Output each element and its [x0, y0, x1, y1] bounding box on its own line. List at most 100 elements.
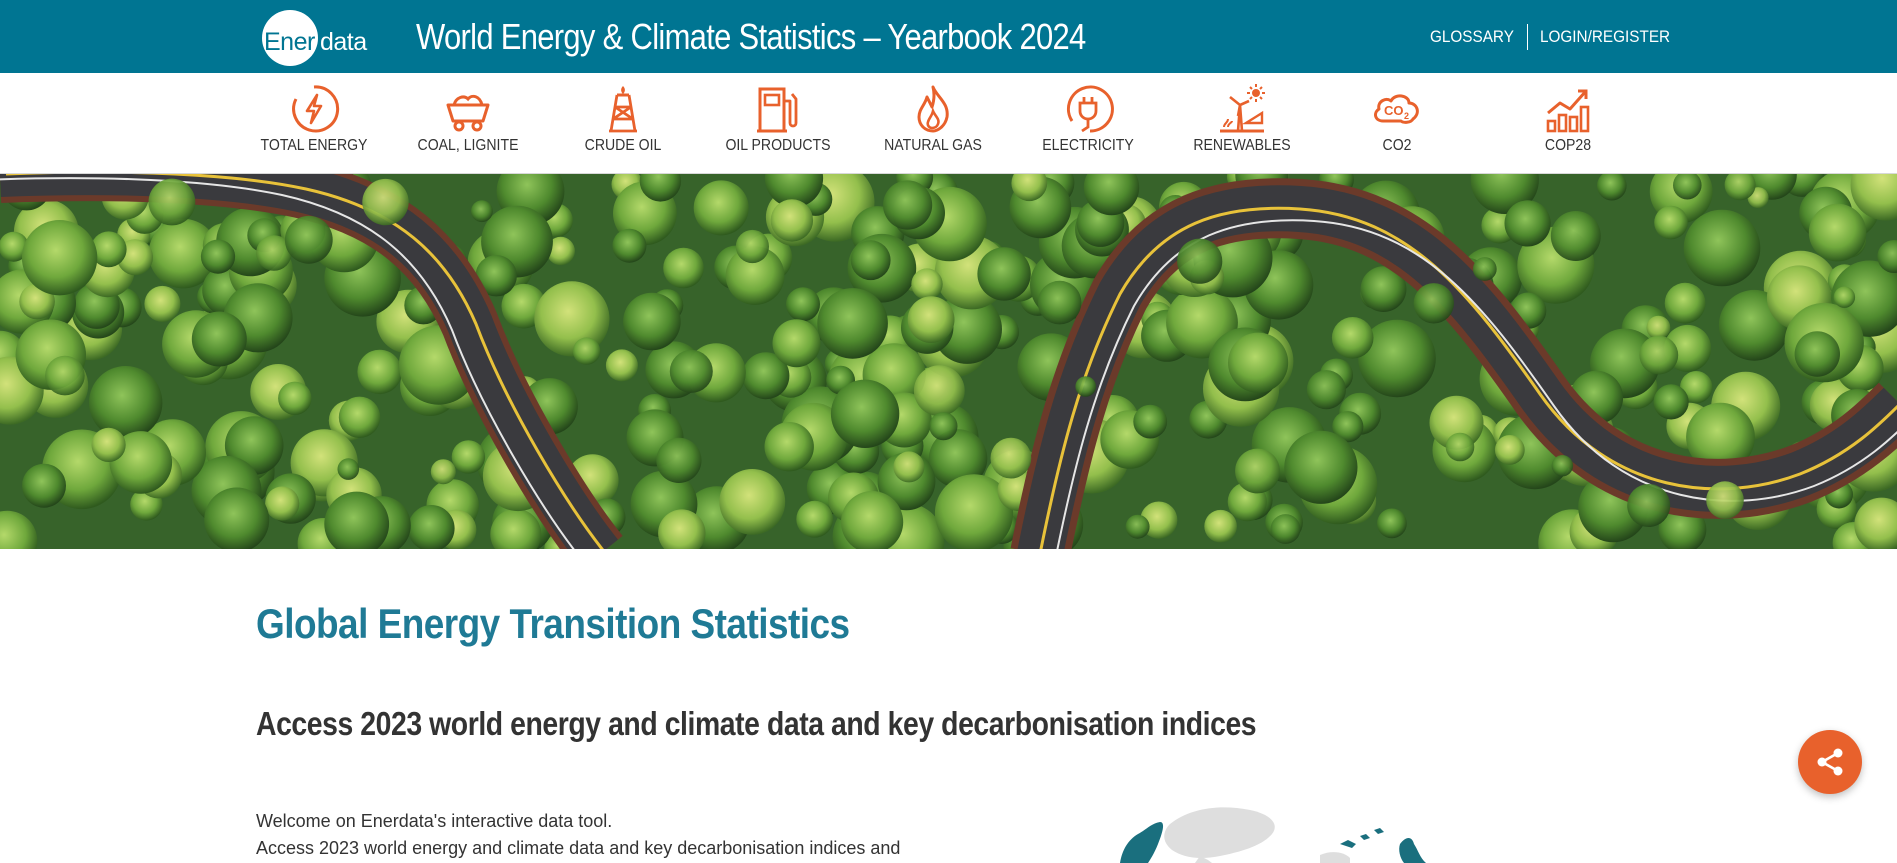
tree-canopy	[265, 486, 300, 521]
tree-canopy	[770, 199, 814, 242]
tree-canopy	[605, 349, 638, 382]
nav-natural-gas[interactable]: NATURAL GAS	[863, 83, 1003, 169]
header-link-divider	[1527, 24, 1529, 50]
nav-natural-gas-label: NATURAL GAS	[884, 137, 982, 154]
tree-canopy	[1551, 455, 1574, 477]
enerdata-logo[interactable]: Ener data	[256, 6, 376, 68]
nav-cop28-label: COP28	[1544, 137, 1592, 154]
login-register-link[interactable]: LOGIN/REGISTER	[1540, 27, 1670, 47]
plug-icon	[1066, 85, 1114, 133]
hero-banner	[0, 174, 1897, 549]
logo-text-ener: Ener	[264, 28, 315, 56]
tree-canopy	[1504, 200, 1551, 247]
tree-canopy	[357, 349, 402, 395]
tree-canopy	[91, 427, 126, 462]
tree-canopy	[786, 287, 820, 322]
tree-canopy	[693, 180, 749, 236]
nav-coal-lignite-label: COAL, LIGNITE	[417, 137, 519, 154]
nav-coal-lignite[interactable]: COAL, LIGNITE	[398, 83, 538, 169]
tree-canopy	[191, 311, 247, 367]
nav-co2-label: CO2	[1382, 137, 1412, 154]
co2-cloud-icon: CO 2	[1374, 94, 1419, 124]
world-map[interactable]	[1100, 800, 1520, 863]
tree-canopy	[1125, 514, 1150, 539]
tree-canopy	[338, 396, 381, 438]
tree-canopy	[1413, 283, 1455, 324]
nav-crude-oil-label: CRUDE OIL	[584, 137, 662, 154]
tree-canopy	[362, 178, 409, 226]
tree-canopy	[719, 469, 786, 535]
tree-canopy	[669, 349, 713, 393]
tree-canopy	[278, 381, 312, 415]
svg-text:CO: CO	[1384, 103, 1404, 118]
tree-canopy	[612, 228, 647, 263]
tree-canopy	[1377, 508, 1407, 539]
tree-canopy	[1706, 481, 1744, 519]
tree-canopy	[893, 451, 925, 483]
nav-cop28[interactable]: COP28	[1498, 83, 1638, 169]
logo-text-data: data	[320, 28, 367, 56]
tree-canopy	[1228, 332, 1289, 393]
tree-canopy	[913, 365, 965, 417]
tree-canopy	[1270, 514, 1301, 544]
tree-canopy	[1235, 448, 1280, 494]
tree-canopy	[1664, 282, 1706, 324]
nav-renewables-label: RENEWABLES	[1193, 137, 1291, 154]
tree-canopy	[796, 500, 834, 538]
flame-icon	[917, 85, 949, 133]
tree-canopy	[21, 220, 98, 296]
tree-canopy	[1331, 317, 1374, 359]
glossary-link[interactable]: GLOSSARY	[1430, 27, 1514, 47]
tree-canopy	[337, 458, 360, 480]
wind-solar-icon	[1220, 84, 1265, 133]
tree-canopy	[850, 240, 891, 281]
tree-canopy	[929, 412, 958, 441]
page-subheading: Access 2023 world energy and climate dat…	[256, 705, 1257, 742]
nav-crude-oil[interactable]: CRUDE OIL	[553, 83, 693, 169]
tree-canopy	[1445, 432, 1475, 462]
growth-chart-icon	[1546, 89, 1590, 133]
tree-canopy	[1177, 238, 1223, 284]
svg-text:2: 2	[1404, 111, 1409, 121]
lightning-circle-icon	[292, 85, 340, 133]
nav-total-energy[interactable]: TOTAL ENERGY	[244, 83, 384, 169]
share-icon	[1817, 748, 1843, 776]
tree-canopy	[22, 463, 66, 508]
category-nav: TOTAL ENERGY COAL, LIGNITE CRUDE OIL OIL…	[0, 73, 1897, 174]
intro-paragraph: Welcome on Enerdata's interactive data t…	[256, 808, 932, 862]
tree-canopy	[764, 422, 814, 472]
nav-renewables[interactable]: RENEWABLES	[1172, 83, 1312, 169]
tree-canopy	[200, 239, 236, 274]
tree-canopy	[1833, 286, 1856, 308]
tree-canopy	[572, 337, 601, 365]
tree-canopy	[1472, 257, 1497, 281]
tree-canopy	[1683, 209, 1761, 287]
nav-electricity-label: ELECTRICITY	[1042, 137, 1134, 154]
tree-canopy	[1133, 404, 1168, 439]
forest-road-image	[0, 174, 1897, 549]
oil-derrick-icon	[609, 86, 637, 133]
tree-canopy	[1794, 331, 1841, 377]
share-button[interactable]	[1798, 730, 1862, 794]
tree-canopy	[1653, 384, 1689, 420]
intro-line-1: Welcome on Enerdata's interactive data t…	[256, 811, 613, 831]
intro-line-2: Access 2023 world energy and climate dat…	[256, 838, 901, 858]
tree-canopy	[623, 292, 681, 351]
tree-canopy	[977, 247, 1031, 301]
tree-canopy	[148, 178, 196, 226]
tree-canopy	[1284, 430, 1358, 504]
tree-canopy	[1075, 376, 1096, 397]
top-header-bar: Ener data World Energy & Climate Statist…	[0, 0, 1897, 73]
tree-canopy	[817, 288, 888, 359]
tree-canopy	[1306, 370, 1346, 410]
nav-oil-products-label: OIL PRODUCTS	[725, 137, 831, 154]
nav-co2[interactable]: CO 2 CO2	[1327, 83, 1467, 169]
tree-canopy	[144, 285, 181, 322]
tree-canopy	[907, 296, 955, 343]
tree-canopy	[911, 268, 943, 300]
tree-canopy	[1204, 509, 1237, 543]
nav-electricity[interactable]: ELECTRICITY	[1018, 83, 1158, 169]
nav-oil-products[interactable]: OIL PRODUCTS	[708, 83, 848, 169]
mine-cart-icon	[446, 94, 490, 132]
tree-canopy	[772, 319, 821, 368]
